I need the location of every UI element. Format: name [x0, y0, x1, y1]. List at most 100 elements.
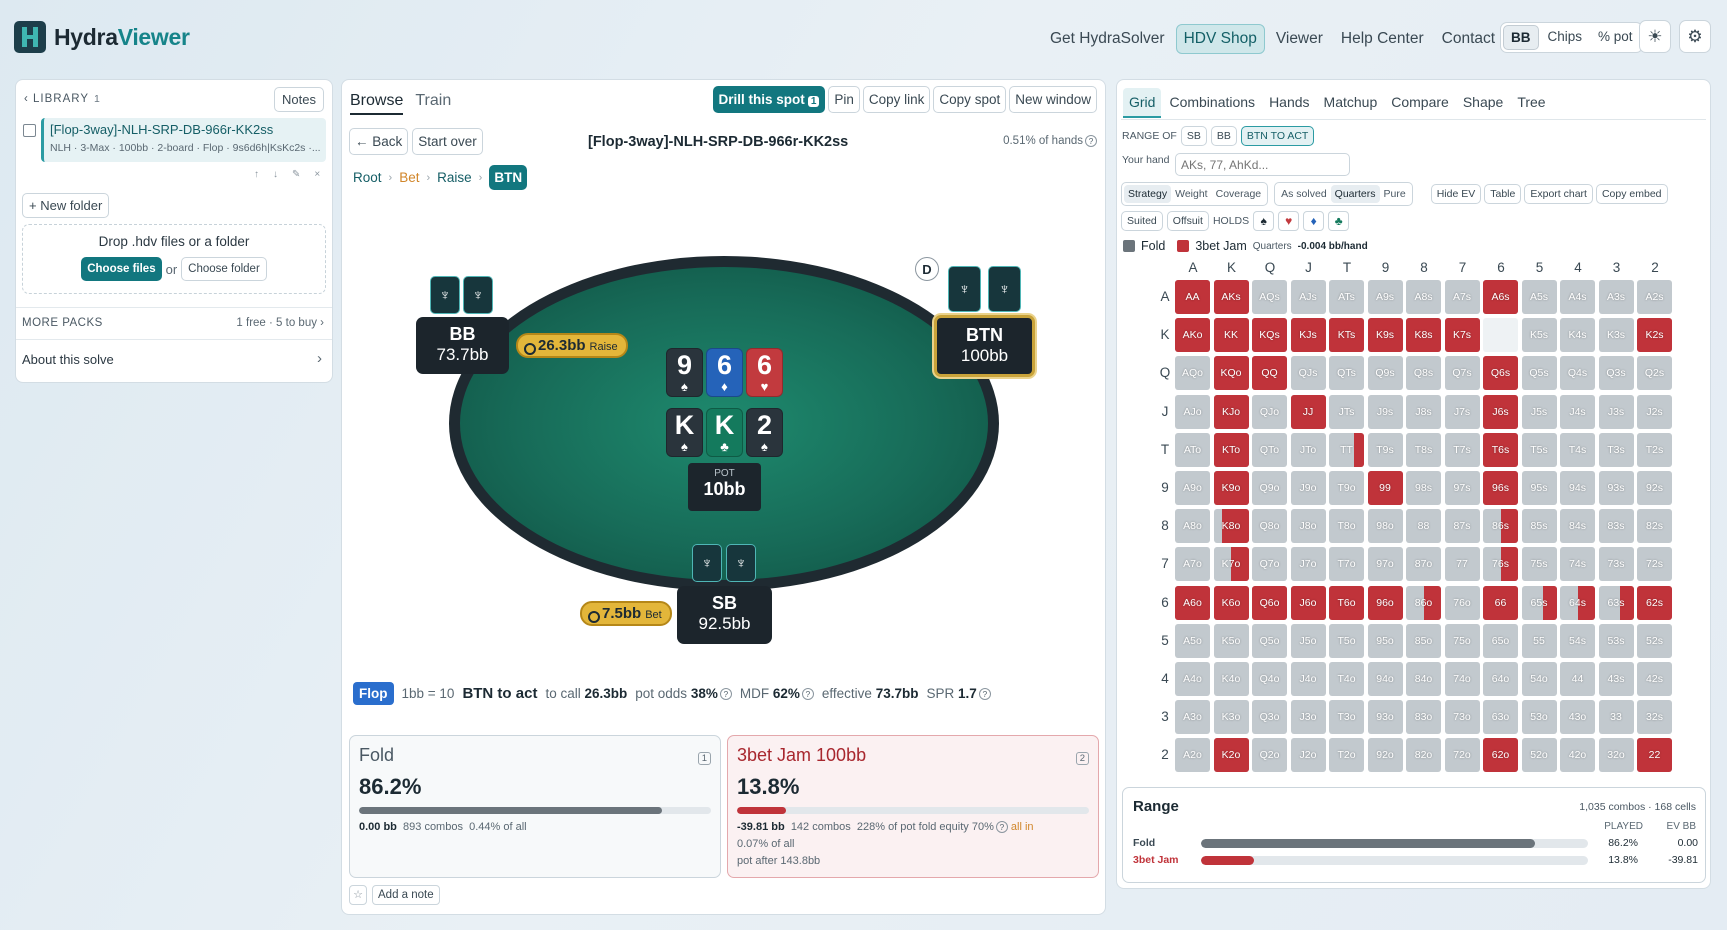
hand-cell[interactable]: A4s: [1560, 280, 1595, 314]
new-folder-button[interactable]: + New folder: [22, 193, 110, 218]
hand-cell[interactable]: [1483, 318, 1518, 353]
hand-cell[interactable]: 93o: [1367, 700, 1403, 735]
hand-cell[interactable]: J2s: [1637, 394, 1672, 429]
hand-cell[interactable]: A8o: [1175, 509, 1210, 544]
hand-cell[interactable]: A6s: [1483, 280, 1518, 314]
hand-cell[interactable]: QJs: [1290, 356, 1326, 391]
hand-cell[interactable]: K8o: [1213, 509, 1249, 544]
hand-cell[interactable]: 83o: [1406, 700, 1441, 735]
more-packs-label[interactable]: MORE PACKS: [22, 317, 103, 329]
hand-cell[interactable]: T3s: [1598, 432, 1634, 467]
hand-cell[interactable]: 43s: [1598, 662, 1634, 696]
hand-cell[interactable]: 53o: [1521, 700, 1557, 735]
hand-cell[interactable]: A3s: [1598, 280, 1634, 314]
about-solve-link[interactable]: About this solve: [22, 352, 114, 367]
nav-viewer[interactable]: Viewer: [1269, 25, 1330, 53]
library-item[interactable]: [Flop-3way]-NLH-SRP-DB-966r-KK2ss NLH · …: [41, 118, 326, 162]
unit-chips[interactable]: Chips: [1541, 25, 1590, 50]
hand-cell[interactable]: A7s: [1444, 280, 1480, 314]
hand-cell[interactable]: J9o: [1290, 471, 1326, 505]
hand-cell[interactable]: KJo: [1213, 394, 1249, 429]
hand-cell[interactable]: 62o: [1483, 738, 1518, 773]
hand-cell[interactable]: 66: [1483, 585, 1518, 620]
hand-cell[interactable]: J2o: [1290, 738, 1326, 773]
hand-cell[interactable]: T9s: [1367, 432, 1403, 467]
hand-cell[interactable]: QQ: [1252, 356, 1287, 391]
tab-shape[interactable]: Shape: [1457, 88, 1509, 118]
your-hand-input[interactable]: [1175, 153, 1350, 176]
help-icon[interactable]: ?: [801, 688, 814, 701]
hand-cell[interactable]: T6o: [1329, 585, 1364, 620]
hand-cell[interactable]: 94s: [1560, 471, 1595, 505]
export-chart-button[interactable]: Export chart: [1524, 184, 1593, 204]
hand-cell[interactable]: QTo: [1252, 432, 1287, 467]
hand-cell[interactable]: T2o: [1329, 738, 1364, 773]
hand-cell[interactable]: A4o: [1175, 662, 1210, 696]
hand-cell[interactable]: 94o: [1367, 662, 1403, 696]
hand-cell[interactable]: 96o: [1367, 585, 1403, 620]
hand-cell[interactable]: Q7s: [1444, 356, 1480, 391]
hand-cell[interactable]: AKo: [1175, 318, 1210, 353]
more-packs-info[interactable]: 1 free · 5 to buy ›: [236, 317, 324, 329]
hand-cell[interactable]: QJo: [1252, 394, 1287, 429]
hand-cell[interactable]: 86s: [1483, 509, 1518, 544]
hand-cell[interactable]: QTs: [1329, 356, 1364, 391]
hand-cell[interactable]: 54o: [1521, 662, 1557, 696]
hand-cell[interactable]: K9o: [1213, 471, 1249, 505]
tab-matchup[interactable]: Matchup: [1318, 88, 1384, 118]
tab-grid[interactable]: Grid: [1123, 88, 1162, 118]
hand-cell[interactable]: 76o: [1444, 585, 1480, 620]
hand-cell[interactable]: 73s: [1598, 547, 1634, 582]
hand-cell[interactable]: A2s: [1637, 280, 1672, 314]
hand-cell[interactable]: 72o: [1444, 738, 1480, 773]
hand-cell[interactable]: K8s: [1406, 318, 1441, 353]
hand-cell[interactable]: A3o: [1175, 700, 1210, 735]
hand-cell[interactable]: Q4s: [1560, 356, 1595, 391]
hand-cell[interactable]: 87o: [1406, 547, 1441, 582]
nav-hdv-shop[interactable]: HDV Shop: [1175, 24, 1265, 54]
hand-cell[interactable]: Q2o: [1252, 738, 1287, 773]
hand-cell[interactable]: 72s: [1637, 547, 1672, 582]
hand-cell[interactable]: JTo: [1290, 432, 1326, 467]
hand-cell[interactable]: Q4o: [1252, 662, 1287, 696]
seat-bb[interactable]: BB 73.7bb: [416, 317, 509, 374]
hand-cell[interactable]: A8s: [1406, 280, 1441, 314]
rename-icon[interactable]: ✎: [292, 169, 300, 180]
hand-cell[interactable]: J8o: [1290, 509, 1326, 544]
hand-cell[interactable]: 98o: [1367, 509, 1403, 544]
hand-cell[interactable]: T5s: [1521, 432, 1557, 467]
hand-cell[interactable]: 65s: [1521, 585, 1557, 620]
round-pure[interactable]: Pure: [1380, 185, 1410, 203]
hand-cell[interactable]: K3o: [1213, 700, 1249, 735]
hand-cell[interactable]: Q9o: [1252, 471, 1287, 505]
hand-cell[interactable]: 42s: [1637, 662, 1672, 696]
hand-cell[interactable]: A5s: [1521, 280, 1557, 314]
hand-cell[interactable]: 86o: [1406, 585, 1441, 620]
copy-embed-button[interactable]: Copy embed: [1595, 184, 1668, 204]
hand-cell[interactable]: Q8s: [1406, 356, 1441, 391]
move-up-icon[interactable]: ↑: [254, 169, 259, 180]
hand-cell[interactable]: 43o: [1560, 700, 1595, 735]
hand-cell[interactable]: A9s: [1367, 280, 1403, 314]
hand-cell[interactable]: Q6s: [1483, 356, 1518, 391]
hand-cell[interactable]: 63s: [1598, 585, 1634, 620]
tab-tree[interactable]: Tree: [1511, 88, 1551, 118]
tab-compare[interactable]: Compare: [1385, 88, 1455, 118]
hand-cell[interactable]: 95o: [1367, 623, 1403, 658]
hand-cell[interactable]: T2s: [1637, 432, 1672, 467]
hand-cell[interactable]: T5o: [1329, 623, 1364, 658]
hand-cell[interactable]: K5s: [1521, 318, 1557, 353]
hand-cell[interactable]: 82o: [1406, 738, 1441, 773]
hand-cell[interactable]: J9s: [1367, 394, 1403, 429]
app-logo[interactable]: HydraViewer: [14, 21, 190, 53]
hand-cell[interactable]: 97o: [1367, 547, 1403, 582]
hand-cell[interactable]: Q3o: [1252, 700, 1287, 735]
hand-cell[interactable]: KQo: [1213, 356, 1249, 391]
action-card-fold[interactable]: Fold 1 86.2% 0.00 bb 893 combos 0.44% of…: [349, 735, 721, 878]
nav-help-center[interactable]: Help Center: [1334, 25, 1431, 53]
hand-cell[interactable]: K4s: [1560, 318, 1595, 353]
hand-cell[interactable]: 77: [1444, 547, 1480, 582]
hand-cell[interactable]: 98s: [1406, 471, 1441, 505]
theme-toggle-icon[interactable]: ☀: [1639, 20, 1671, 53]
mode-weight[interactable]: Weight: [1171, 185, 1212, 203]
